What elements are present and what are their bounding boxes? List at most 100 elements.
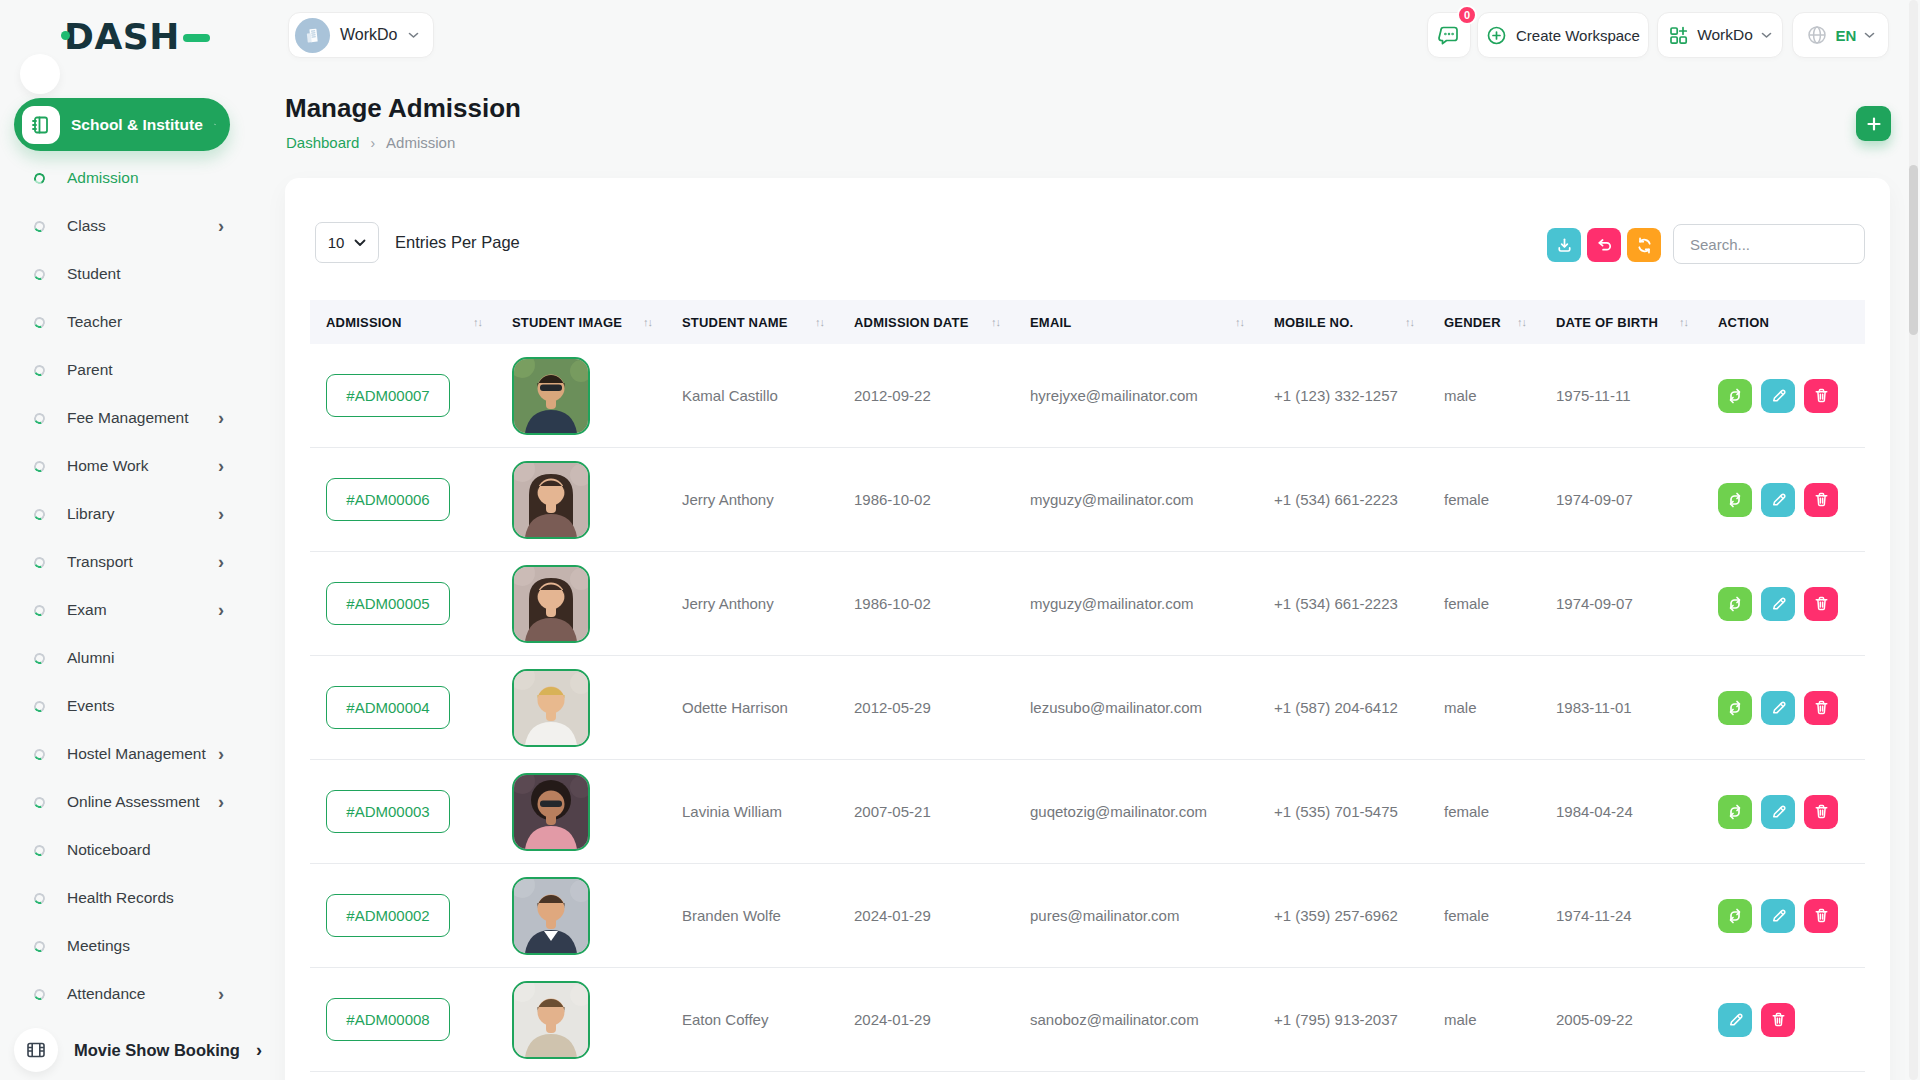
delete-action-button[interactable] <box>1804 379 1838 413</box>
student-email: pures@mailinator.com <box>1030 907 1179 924</box>
workdo-menu-label: WorkDo <box>1697 26 1753 44</box>
swap-action-button[interactable] <box>1718 587 1752 621</box>
sidebar-item-alumni[interactable]: Alumni <box>0 634 242 682</box>
delete-action-button[interactable] <box>1804 899 1838 933</box>
student-email: myguzy@mailinator.com <box>1030 595 1194 612</box>
sidebar-item-noticeboard[interactable]: Noticeboard <box>0 826 242 874</box>
column-header-student-name[interactable]: STUDENT NAME↑↓ <box>666 300 838 344</box>
date-of-birth: 1983-11-01 <box>1556 699 1632 716</box>
sidebar-item-library[interactable]: Library› <box>0 490 242 538</box>
student-photo <box>512 669 590 747</box>
student-email: sanoboz@mailinator.com <box>1030 1011 1199 1028</box>
logo-dash <box>183 34 210 42</box>
delete-action-button[interactable] <box>1804 483 1838 517</box>
student-photo <box>512 357 590 435</box>
breadcrumb-dashboard-link[interactable]: Dashboard <box>286 134 359 151</box>
edit-icon <box>1769 386 1788 405</box>
swap-action-button[interactable] <box>1718 379 1752 413</box>
student-gender: female <box>1444 491 1489 508</box>
sidebar-item-hostel-management[interactable]: Hostel Management› <box>0 730 242 778</box>
student-mobile: +1 (534) 661-2223 <box>1274 491 1398 508</box>
column-header-mobile-no-[interactable]: MOBILE NO.↑↓ <box>1258 300 1428 344</box>
workdo-menu-button[interactable]: WorkDo <box>1657 12 1783 58</box>
edit-icon <box>1769 594 1788 613</box>
sidebar-item-admission[interactable]: Admission <box>0 154 242 202</box>
sidebar-toggle-button[interactable] <box>20 54 60 94</box>
refresh-button[interactable] <box>1627 228 1661 262</box>
sidebar-item-health-records[interactable]: Health Records <box>0 874 242 922</box>
entries-per-page-select[interactable]: 10 <box>315 222 379 263</box>
sidebar-item-teacher[interactable]: Teacher <box>0 298 242 346</box>
language-code: EN <box>1836 27 1857 44</box>
column-header-admission[interactable]: ADMISSION↑↓ <box>310 300 496 344</box>
chevron-right-icon: › <box>218 745 224 763</box>
sidebar-item-class[interactable]: Class› <box>0 202 242 250</box>
sidebar-item-label: Student <box>67 265 224 283</box>
scrollbar-thumb[interactable] <box>1909 165 1918 335</box>
sidebar-item-movie-show-booking[interactable]: Movie Show Booking › <box>14 1028 262 1072</box>
workspace-selector[interactable]: WorkDo <box>288 12 434 58</box>
column-header-student-image[interactable]: STUDENT IMAGE↑↓ <box>496 300 666 344</box>
edit-action-button[interactable] <box>1761 379 1795 413</box>
swap-icon <box>1725 698 1745 718</box>
plus-icon <box>1866 116 1882 132</box>
sidebar-item-online-assessment[interactable]: Online Assessment› <box>0 778 242 826</box>
bullet-icon <box>32 891 46 905</box>
sidebar-item-label: Health Records <box>67 889 224 907</box>
swap-action-button[interactable] <box>1718 483 1752 517</box>
delete-icon <box>1812 386 1831 405</box>
delete-action-button[interactable] <box>1804 691 1838 725</box>
date-of-birth: 1975-11-11 <box>1556 387 1631 404</box>
export-button[interactable] <box>1547 228 1581 262</box>
sidebar-item-attendance[interactable]: Attendance› <box>0 970 242 1018</box>
sidebar-item-meetings[interactable]: Meetings <box>0 922 242 970</box>
edit-action-button[interactable] <box>1718 1003 1752 1037</box>
column-header-date-of-birth[interactable]: DATE OF BIRTH↑↓ <box>1540 300 1702 344</box>
edit-action-button[interactable] <box>1761 587 1795 621</box>
edit-action-button[interactable] <box>1761 899 1795 933</box>
sidebar-item-exam[interactable]: Exam› <box>0 586 242 634</box>
column-header-admission-date[interactable]: ADMISSION DATE↑↓ <box>838 300 1014 344</box>
sidebar-item-events[interactable]: Events <box>0 682 242 730</box>
edit-action-button[interactable] <box>1761 483 1795 517</box>
undo-icon <box>1595 236 1614 255</box>
search-input[interactable] <box>1673 224 1865 264</box>
sidebar-item-student[interactable]: Student <box>0 250 242 298</box>
sidebar-item-label: Movie Show Booking <box>74 1041 240 1060</box>
delete-action-button[interactable] <box>1804 587 1838 621</box>
swap-action-button[interactable] <box>1718 899 1752 933</box>
column-header-gender[interactable]: GENDER↑↓ <box>1428 300 1540 344</box>
sidebar-item-fee-management[interactable]: Fee Management› <box>0 394 242 442</box>
sidebar-item-transport[interactable]: Transport› <box>0 538 242 586</box>
swap-action-button[interactable] <box>1718 691 1752 725</box>
entries-per-page-label: Entries Per Page <box>395 233 520 252</box>
sidebar-item-home-work[interactable]: Home Work› <box>0 442 242 490</box>
delete-action-button[interactable] <box>1761 1003 1795 1037</box>
chevron-down-icon <box>354 239 366 247</box>
messages-button[interactable]: 0 <box>1427 12 1471 58</box>
module-label: School & Institute <box>71 116 203 134</box>
bullet-icon <box>32 171 46 185</box>
plus-circle-icon <box>1486 25 1507 46</box>
edit-icon <box>1726 1010 1745 1029</box>
table-row: #ADM00008Eaton Coffey2024-01-29sanoboz@m… <box>310 968 1865 1072</box>
swap-action-button[interactable] <box>1718 795 1752 829</box>
edit-action-button[interactable] <box>1761 795 1795 829</box>
sidebar-item-label: Class <box>67 217 218 235</box>
admission-date: 2012-05-29 <box>854 699 931 716</box>
module-selector-button[interactable]: School & Institute <box>14 98 230 151</box>
create-workspace-button[interactable]: Create Workspace <box>1477 12 1649 58</box>
bullet-icon <box>32 507 46 521</box>
admission-date: 2024-01-29 <box>854 1011 931 1028</box>
bullet-icon <box>32 795 46 809</box>
reset-button[interactable] <box>1587 228 1621 262</box>
chat-icon <box>1437 23 1461 47</box>
edit-action-button[interactable] <box>1761 691 1795 725</box>
student-mobile: +1 (359) 257-6962 <box>1274 907 1398 924</box>
add-admission-button[interactable] <box>1856 106 1891 141</box>
scrollbar-track[interactable] <box>1909 0 1918 1080</box>
column-header-email[interactable]: EMAIL↑↓ <box>1014 300 1258 344</box>
sidebar-item-parent[interactable]: Parent <box>0 346 242 394</box>
delete-action-button[interactable] <box>1804 795 1838 829</box>
language-selector[interactable]: EN <box>1792 12 1889 58</box>
